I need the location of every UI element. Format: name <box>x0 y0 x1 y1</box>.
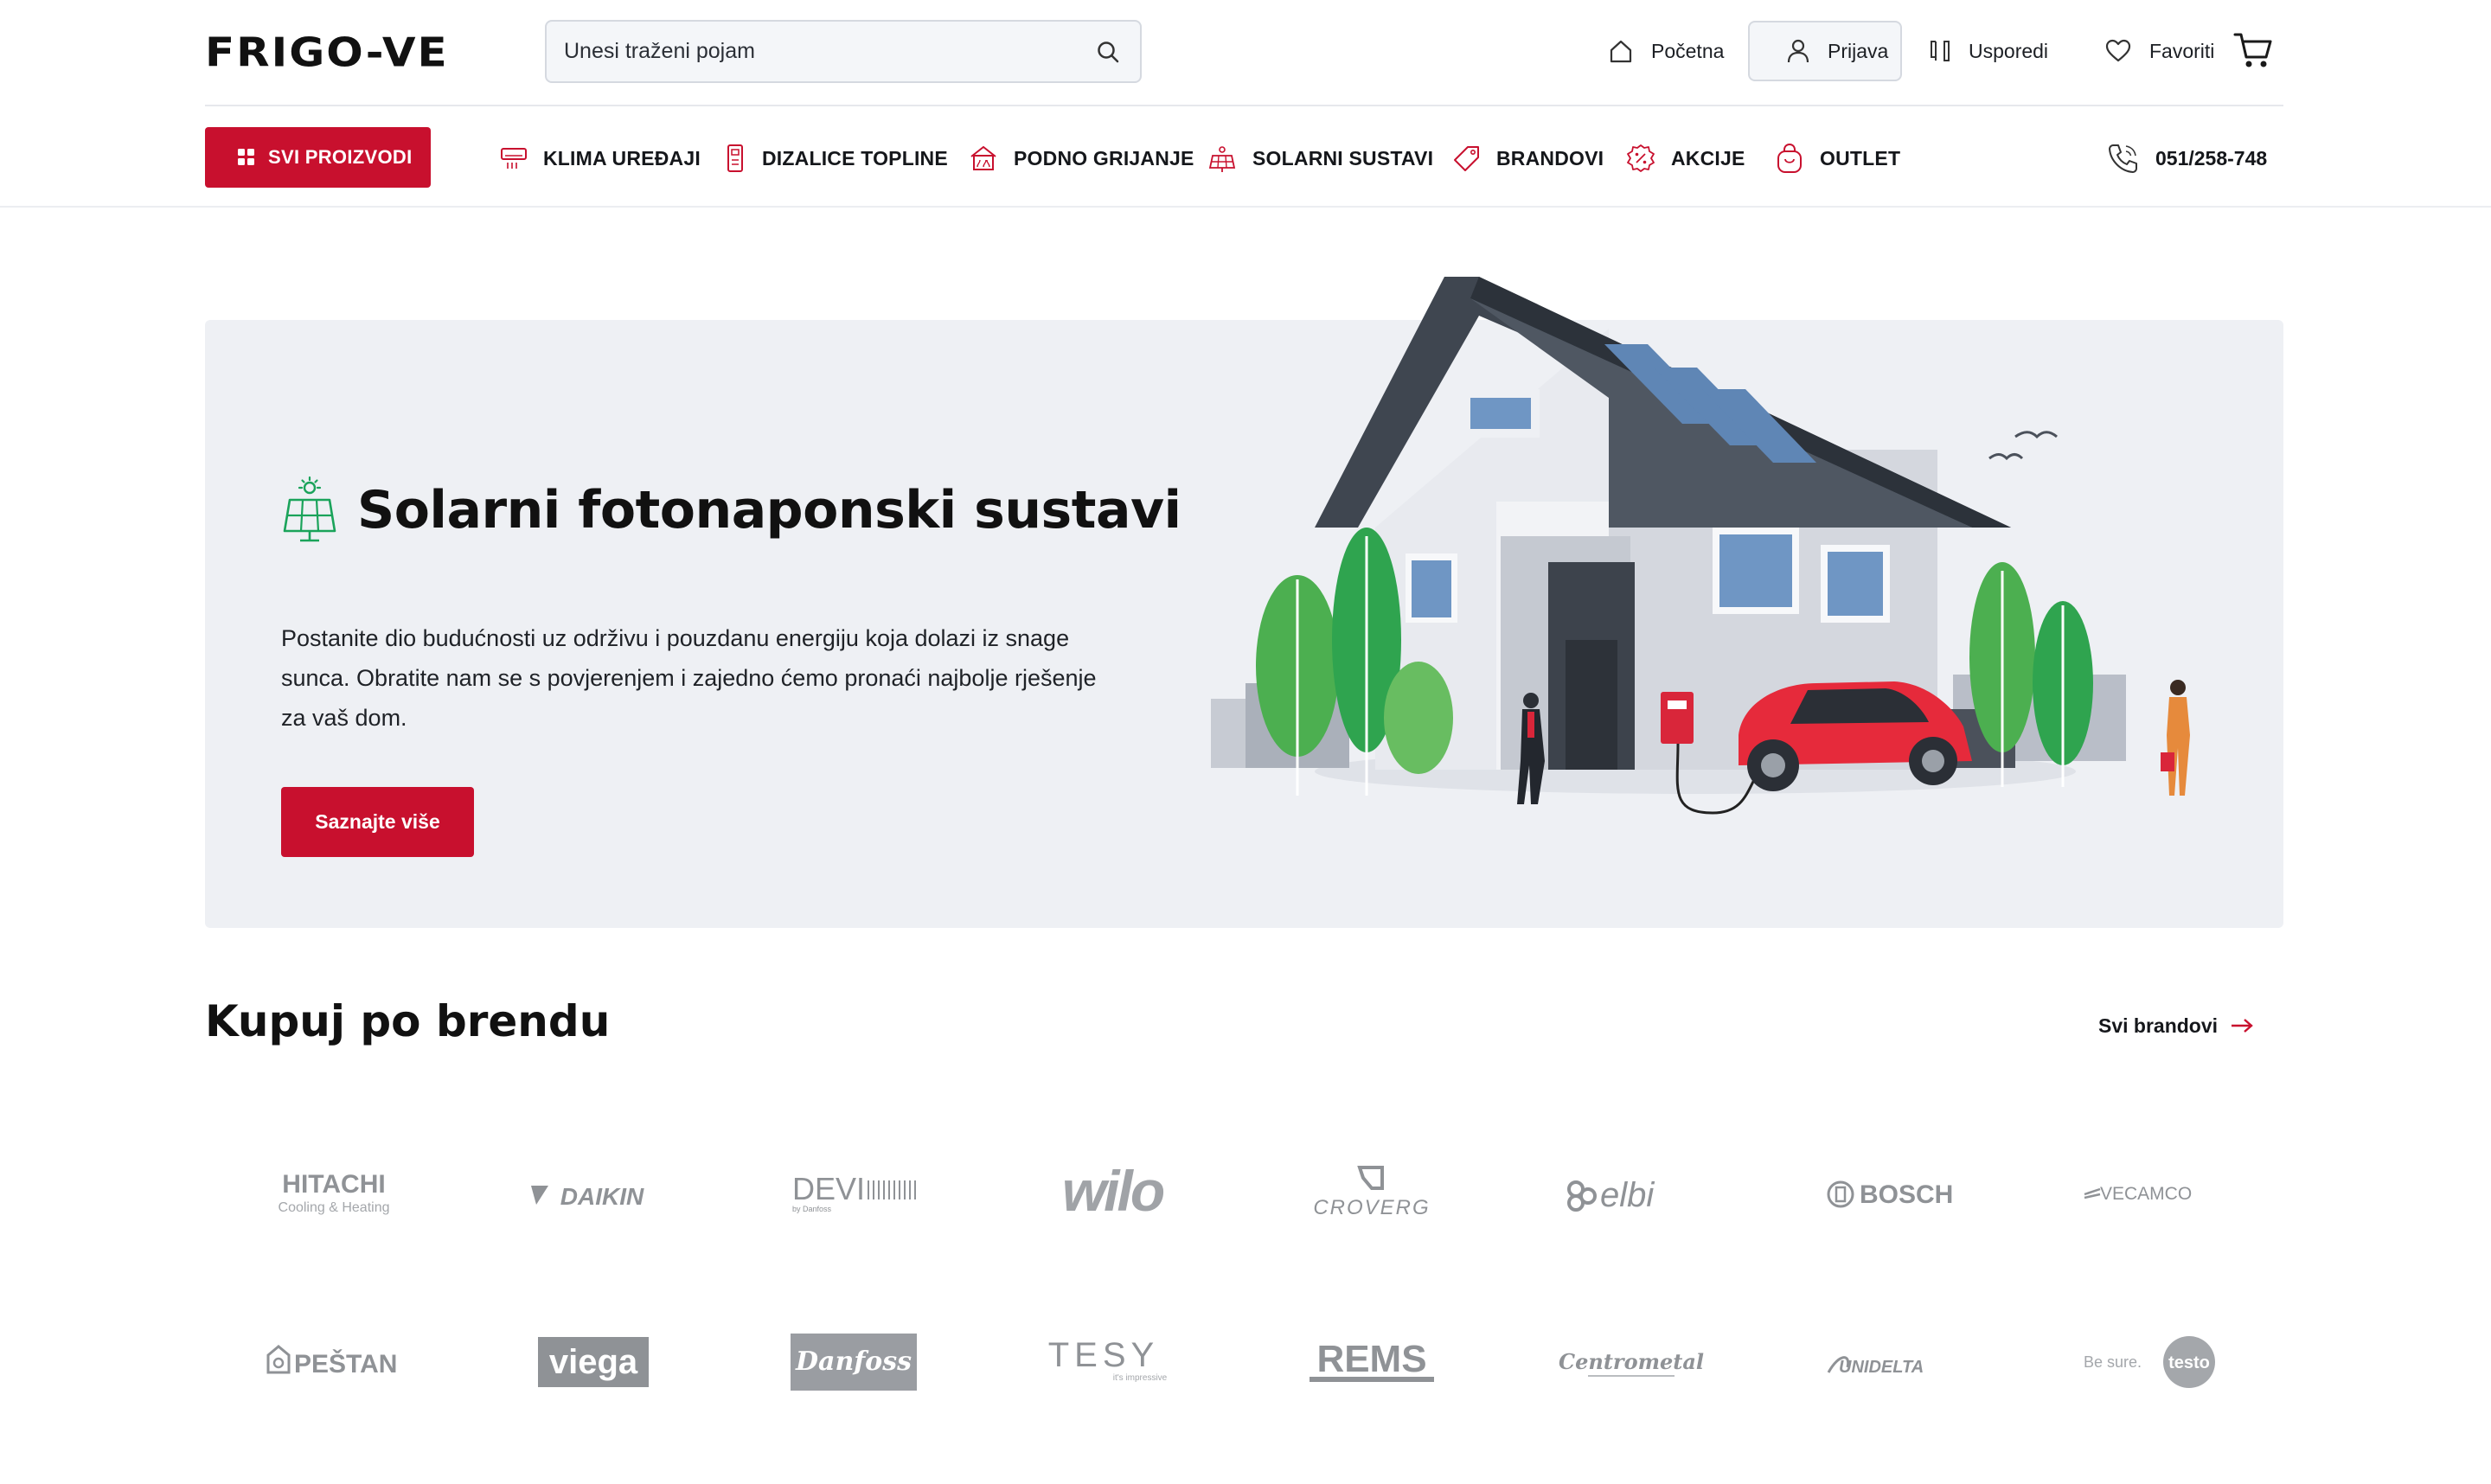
home-icon <box>1610 40 1632 63</box>
brand-logo-devi[interactable]: DEVI by Danfoss <box>749 1155 957 1233</box>
brand-logo-daikin[interactable]: DAIKIN <box>490 1155 697 1233</box>
solar-panel-icon <box>283 476 336 542</box>
category-klima[interactable]: KLIMA UREĐAJI <box>500 141 701 176</box>
brand-logo-testo[interactable]: Be sure. testo <box>2046 1323 2254 1401</box>
category-akcije[interactable]: AKCIJE <box>1626 141 1745 176</box>
phone-link[interactable]: 051/258-748 <box>2107 141 2267 176</box>
brand-text: Cooling & Heating <box>279 1200 390 1215</box>
brand-text: Centrometal <box>1559 1349 1704 1374</box>
learn-more-button[interactable]: Saznajte više <box>281 787 474 857</box>
brand-text: CROVERG <box>1313 1196 1430 1219</box>
category-brandovi[interactable]: BRANDOVI <box>1453 141 1604 176</box>
category-label: BRANDOVI <box>1496 146 1604 170</box>
heart-icon <box>2105 39 2131 62</box>
header: FRIGO-VE Početna Prijava Usporedi Favori… <box>205 0 2283 106</box>
category-label: SOLARNI SUSTAVI <box>1252 146 1434 170</box>
brand-text: DAIKIN <box>560 1183 644 1210</box>
brand-logo-hitachi[interactable]: HITACHI Cooling & Heating <box>230 1155 438 1233</box>
brand-text: REMS <box>1316 1338 1426 1380</box>
brand-text: UNIDELTA <box>1839 1358 1924 1377</box>
site-logo[interactable]: FRIGO-VE <box>205 33 449 73</box>
category-label: KLIMA UREĐAJI <box>543 146 701 170</box>
brand-logo-pestan[interactable]: PEŠTAN <box>230 1323 438 1401</box>
floor-heating-icon <box>970 145 996 170</box>
login-label: Prijava <box>1828 39 1889 62</box>
category-outlet[interactable]: OUTLET <box>1775 141 1900 176</box>
hero-title-row: Solarni fotonaponski sustavi <box>281 471 1181 549</box>
category-label: DIZALICE TOPLINE <box>762 146 948 170</box>
brand-logo-bosch[interactable]: BOSCH <box>1787 1155 1995 1233</box>
brand-logo-elbi[interactable]: elbi <box>1527 1155 1735 1233</box>
brand-text: PEŠTAN <box>294 1349 397 1378</box>
brand-logo-vecamco[interactable]: VECAMCO <box>2046 1155 2254 1233</box>
brands-section-title: Kupuj po brendu <box>205 996 611 1046</box>
home-label: Početna <box>1651 39 1725 62</box>
brand-logo-wilo[interactable]: wilo <box>1009 1155 1216 1233</box>
all-brands-link[interactable]: Svi brandovi <box>2098 1010 2254 1041</box>
category-nav: SVI PROIZVODI KLIMA UREĐAJI DIZALICE TOP… <box>0 106 2491 208</box>
brand-logo-tesy[interactable]: TESY it's impressive <box>1009 1323 1216 1401</box>
login-button[interactable]: Prijava <box>1748 21 1902 81</box>
brand-text: BOSCH <box>1860 1180 1953 1209</box>
brand-logo-rems[interactable]: REMS <box>1268 1323 1476 1401</box>
air-conditioner-icon <box>501 148 527 169</box>
house-illustration <box>1211 277 2190 815</box>
favorites-link[interactable]: Favoriti <box>2104 21 2214 81</box>
all-products-button[interactable]: SVI PROIZVODI <box>205 127 431 188</box>
brand-text: Danfoss <box>795 1346 912 1377</box>
home-link[interactable]: Početna <box>1608 21 1724 81</box>
all-products-label: SVI PROIZVODI <box>268 146 413 168</box>
discount-icon <box>1627 144 1655 172</box>
brand-text: DEVI <box>792 1171 865 1206</box>
brand-text: VECAMCO <box>2100 1184 2192 1204</box>
arrow-right-icon <box>2232 1019 2253 1033</box>
category-label: OUTLET <box>1820 146 1901 170</box>
brand-logo-croverg[interactable]: CROVERG <box>1268 1155 1476 1233</box>
hero-description: Postanite dio budućnosti uz održivu i po… <box>281 625 1097 731</box>
brand-logo-viega[interactable]: viega <box>490 1323 697 1401</box>
category-solarni[interactable]: SOLARNI SUSTAVI <box>1207 141 1433 176</box>
heat-pump-icon <box>727 144 743 172</box>
brand-text: HITACHI <box>282 1170 385 1199</box>
search-input[interactable] <box>564 22 1083 81</box>
user-icon <box>1787 39 1809 63</box>
search-icon[interactable] <box>1095 39 1121 65</box>
favorites-label: Favoriti <box>2149 39 2215 62</box>
brand-text: wilo <box>1062 1159 1164 1223</box>
brand-text: elbi <box>1600 1176 1655 1214</box>
brand-text: viega <box>549 1343 638 1381</box>
brand-text: it's impressive <box>1113 1373 1168 1383</box>
category-podno[interactable]: PODNO GRIJANJE <box>969 141 1194 176</box>
phone-icon <box>2109 144 2137 173</box>
brand-logo-centrometal[interactable]: Centrometal <box>1527 1323 1735 1401</box>
tag-icon <box>1454 146 1479 171</box>
brand-text: by Danfoss <box>792 1205 832 1213</box>
hero-title: Solarni fotonaponski sustavi <box>357 480 1181 541</box>
compare-link[interactable]: Usporedi <box>1929 21 2048 81</box>
brand-text: TESY <box>1048 1336 1159 1374</box>
grid-icon <box>238 149 254 165</box>
phone-number: 051/258-748 <box>2155 146 2268 170</box>
category-label: AKCIJE <box>1671 146 1745 170</box>
all-brands-label: Svi brandovi <box>2098 1014 2219 1037</box>
solar-panel-icon <box>1208 146 1236 172</box>
brand-text: testo <box>2168 1353 2210 1372</box>
compare-icon <box>1931 41 1950 61</box>
compare-label: Usporedi <box>1969 39 2049 62</box>
category-label: PODNO GRIJANJE <box>1014 146 1194 170</box>
category-dizalice[interactable]: DIZALICE TOPLINE <box>724 141 948 176</box>
brand-text: Be sure. <box>2084 1353 2142 1371</box>
brand-logo-unidelta[interactable]: UNIDELTA <box>1787 1323 1995 1401</box>
search-box <box>545 20 1142 83</box>
brand-logo-danfoss[interactable]: Danfoss <box>749 1323 957 1401</box>
cart-icon[interactable] <box>2233 31 2273 69</box>
shopping-bag-icon <box>1777 143 1802 173</box>
